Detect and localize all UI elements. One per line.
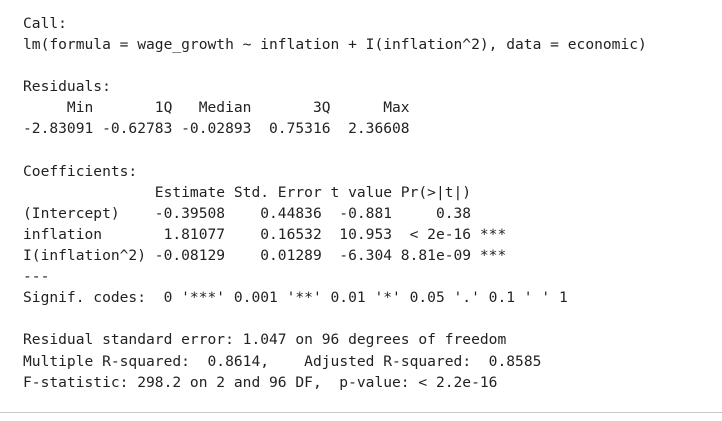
r-squared-line: Multiple R-squared: 0.8614, Adjusted R-s… bbox=[23, 352, 551, 370]
residuals-header: Residuals: bbox=[23, 78, 111, 96]
coefficient-row-intercept: (Intercept) -0.39508 0.44836 -0.881 0.38 bbox=[23, 204, 507, 222]
call-formula: lm(formula = wage_growth ~ inflation + I… bbox=[23, 36, 647, 54]
residuals-labels: Min 1Q Median 3Q Max bbox=[23, 99, 419, 117]
coefficients-header: Coefficients: bbox=[23, 162, 138, 180]
residuals-values: -2.83091 -0.62783 -0.02893 0.75316 2.366… bbox=[23, 120, 419, 138]
lm-summary-output: Call: lm(formula = wage_growth ~ inflatio… bbox=[23, 13, 647, 393]
call-header: Call: bbox=[23, 15, 67, 32]
coefficients-columns: Estimate Std. Error t value Pr(>|t|) bbox=[23, 183, 507, 201]
panel-bottom-border bbox=[0, 412, 722, 413]
residual-standard-error: Residual standard error: 1.047 on 96 deg… bbox=[23, 331, 507, 349]
console-output-panel: Call: lm(formula = wage_growth ~ inflatio… bbox=[0, 0, 722, 412]
f-statistic-line: F-statistic: 298.2 on 2 and 96 DF, p-val… bbox=[23, 373, 498, 391]
signif-codes: Signif. codes: 0 '***' 0.001 '**' 0.01 '… bbox=[23, 289, 568, 307]
coefficient-row-inflation: inflation 1.81077 0.16532 10.953 < 2e-16… bbox=[23, 225, 507, 243]
coefficient-row-inflation-squared: I(inflation^2) -0.08129 0.01289 -6.304 8… bbox=[23, 247, 507, 265]
separator-line: --- bbox=[23, 268, 50, 286]
